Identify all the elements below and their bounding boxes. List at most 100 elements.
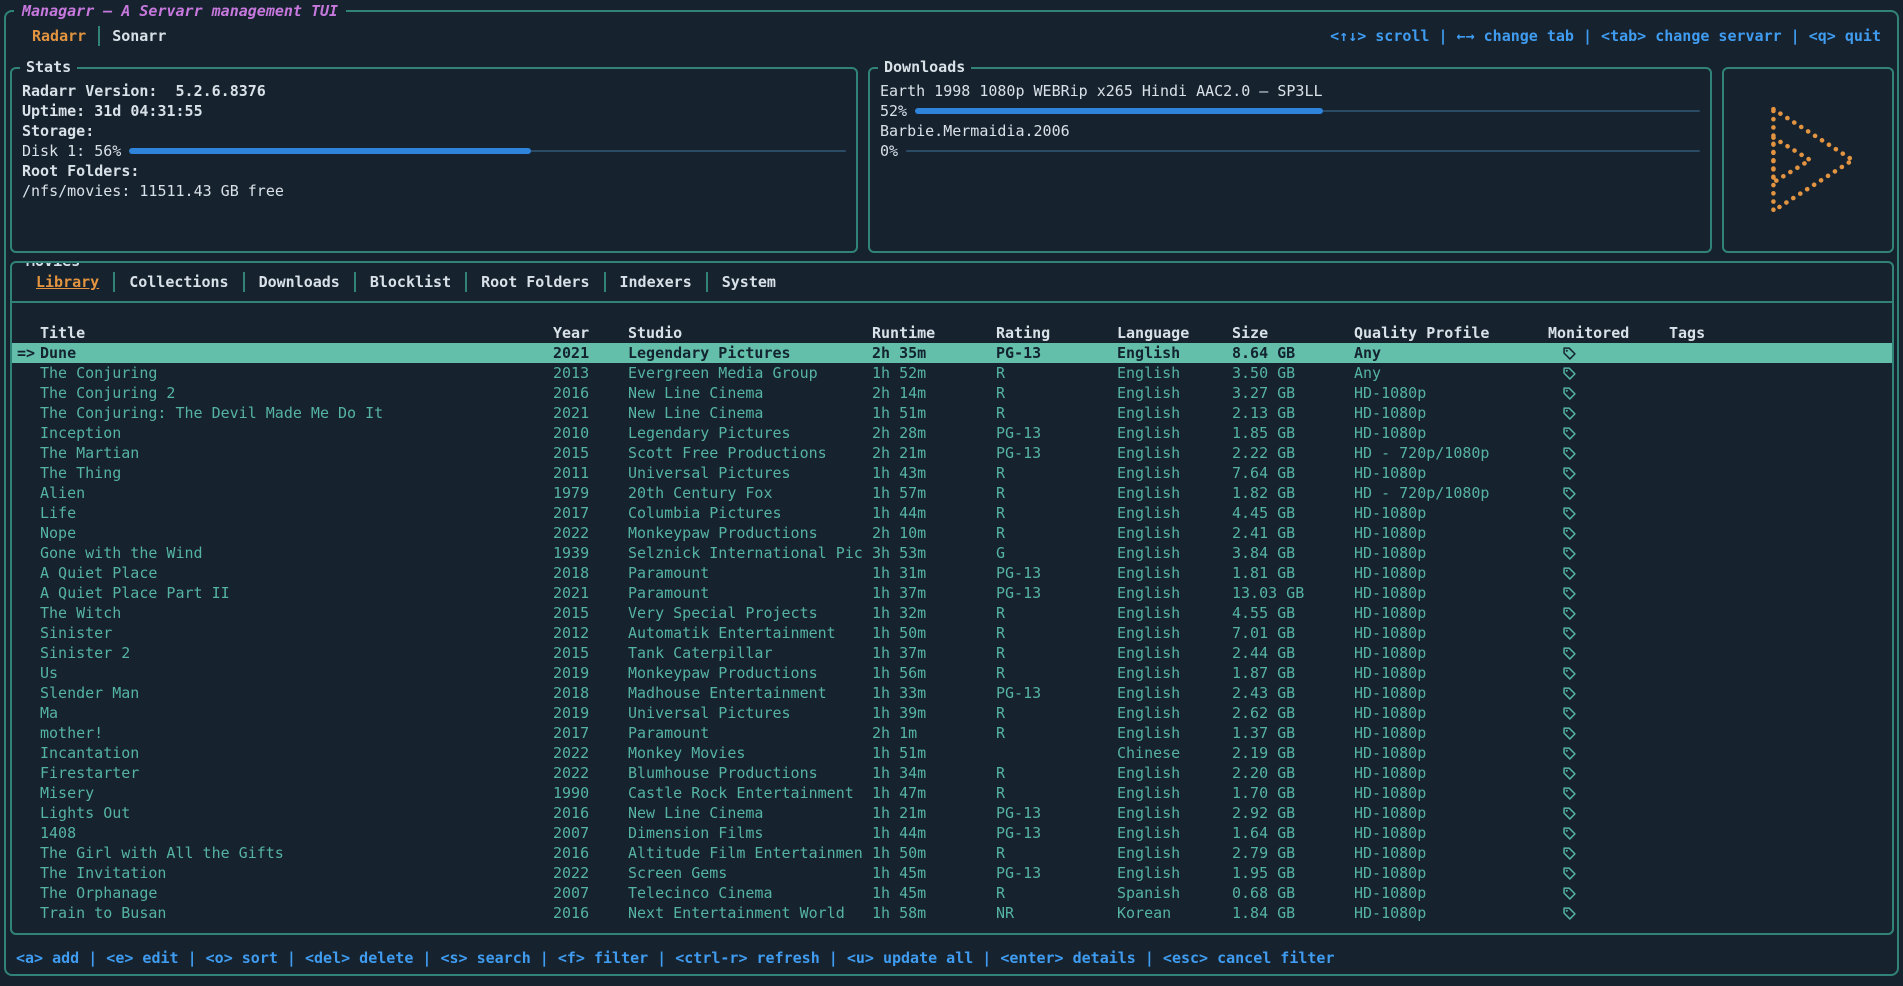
col-runtime[interactable]: Runtime [872,323,996,343]
table-row[interactable]: The Girl with All the Gifts 2016 Altitud… [12,843,1892,863]
col-title[interactable]: Title [40,323,553,343]
cell-language: English [1117,483,1232,503]
cell-tags [1669,663,1892,683]
table-row[interactable]: Sinister 2 2015 Tank Caterpillar 1h 37m … [12,643,1892,663]
cell-quality: HD-1080p [1354,823,1548,843]
col-size[interactable]: Size [1232,323,1354,343]
table-row[interactable]: Sinister 2012 Automatik Entertainment 1h… [12,623,1892,643]
selection-marker [12,803,40,823]
cell-monitored [1548,383,1669,403]
cell-quality: HD-1080p [1354,423,1548,443]
cell-runtime: 2h 1m [872,723,996,743]
cell-runtime: 1h 52m [872,363,996,383]
cell-monitored [1548,903,1669,923]
cell-quality: HD-1080p [1354,903,1548,923]
download-progress-row: 0% [880,141,1700,161]
servarr-tab[interactable]: Radarr [20,26,98,46]
cell-tags [1669,463,1892,483]
movies-tab[interactable]: Collections [113,272,242,292]
table-row[interactable]: Gone with the Wind 1939 Selznick Interna… [12,543,1892,563]
cell-studio: Madhouse Entertainment [628,683,872,703]
cell-language: Spanish [1117,883,1232,903]
table-row[interactable]: The Conjuring 2 2016 New Line Cinema 2h … [12,383,1892,403]
movies-tab[interactable]: Downloads [243,272,354,292]
cell-runtime: 2h 28m [872,423,996,443]
col-quality-profile[interactable]: Quality Profile [1354,323,1548,343]
cell-size: 1.70 GB [1232,783,1354,803]
table-row[interactable]: Ma 2019 Universal Pictures 1h 39m R Engl… [12,703,1892,723]
table-row[interactable]: The Conjuring: The Devil Made Me Do It 2… [12,403,1892,423]
table-row[interactable]: mother! 2017 Paramount 2h 1m R English 1… [12,723,1892,743]
movies-tab[interactable]: Root Folders [465,272,603,292]
table-row[interactable]: The Witch 2015 Very Special Projects 1h … [12,603,1892,623]
table-row[interactable]: The Thing 2011 Universal Pictures 1h 43m… [12,463,1892,483]
monitored-tag-icon [1562,366,1577,381]
selection-marker [12,523,40,543]
cell-rating: R [996,763,1117,783]
col-studio[interactable]: Studio [628,323,872,343]
cell-size: 4.55 GB [1232,603,1354,623]
table-row[interactable]: Misery 1990 Castle Rock Entertainment 1h… [12,783,1892,803]
movies-tab[interactable]: Indexers [604,272,706,292]
cell-runtime: 1h 51m [872,743,996,763]
cell-size: 1.85 GB [1232,423,1354,443]
cell-size: 1.37 GB [1232,723,1354,743]
cell-tags [1669,423,1892,443]
col-rating[interactable]: Rating [996,323,1117,343]
cell-language: English [1117,723,1232,743]
cell-monitored [1548,723,1669,743]
cell-size: 7.64 GB [1232,463,1354,483]
table-row[interactable]: Life 2017 Columbia Pictures 1h 44m R Eng… [12,503,1892,523]
table-row[interactable]: => Dune 2021 Legendary Pictures 2h 35m P… [12,343,1892,363]
movies-tab[interactable]: Library [22,272,113,292]
cell-tags [1669,543,1892,563]
table-row[interactable]: The Invitation 2022 Screen Gems 1h 45m P… [12,863,1892,883]
col-language[interactable]: Language [1117,323,1232,343]
selection-marker [12,383,40,403]
table-row[interactable]: Train to Busan 2016 Next Entertainment W… [12,903,1892,923]
cell-tags [1669,523,1892,543]
table-row[interactable]: Firestarter 2022 Blumhouse Productions 1… [12,763,1892,783]
table-row[interactable]: A Quiet Place Part II 2021 Paramount 1h … [12,583,1892,603]
radarr-version: Radarr Version: 5.2.6.8376 [22,81,846,101]
cell-quality: HD-1080p [1354,863,1548,883]
table-row[interactable]: Lights Out 2016 New Line Cinema 1h 21m P… [12,803,1892,823]
table-row[interactable]: Incantation 2022 Monkey Movies 1h 51m Ch… [12,743,1892,763]
table-row[interactable]: 1408 2007 Dimension Films 1h 44m PG-13 E… [12,823,1892,843]
cell-language: English [1117,463,1232,483]
cell-quality: HD-1080p [1354,723,1548,743]
cell-size: 1.64 GB [1232,823,1354,843]
cell-language: English [1117,843,1232,863]
selection-marker [12,623,40,643]
table-row[interactable]: Slender Man 2018 Madhouse Entertainment … [12,683,1892,703]
table-row[interactable]: The Martian 2015 Scott Free Productions … [12,443,1892,463]
cell-size: 7.01 GB [1232,623,1354,643]
cell-year: 2022 [553,763,628,783]
table-row[interactable]: Nope 2022 Monkeypaw Productions 2h 10m R… [12,523,1892,543]
table-row[interactable]: A Quiet Place 2018 Paramount 1h 31m PG-1… [12,563,1892,583]
cell-title: Dune [40,343,553,363]
table-row[interactable]: Us 2019 Monkeypaw Productions 1h 56m R E… [12,663,1892,683]
table-row[interactable]: Alien 1979 20th Century Fox 1h 57m R Eng… [12,483,1892,503]
col-tags[interactable]: Tags [1669,323,1892,343]
col-monitored[interactable]: Monitored [1548,323,1669,343]
download-progress-bar [906,141,1700,161]
cell-language: English [1117,763,1232,783]
cell-title: mother! [40,723,553,743]
monitored-tag-icon [1562,466,1577,481]
downloads-list: Earth 1998 1080p WEBRip x265 Hindi AAC2.… [880,81,1700,161]
cell-rating: R [996,883,1117,903]
cell-runtime: 2h 14m [872,383,996,403]
col-year[interactable]: Year [553,323,628,343]
table-row[interactable]: The Orphanage 2007 Telecinco Cinema 1h 4… [12,883,1892,903]
servarr-tab[interactable]: Sonarr [98,26,178,46]
monitored-tag-icon [1562,666,1577,681]
cell-year: 2013 [553,363,628,383]
cell-rating: PG-13 [996,863,1117,883]
table-row[interactable]: Inception 2010 Legendary Pictures 2h 28m… [12,423,1892,443]
table-row[interactable]: The Conjuring 2013 Evergreen Media Group… [12,363,1892,383]
movies-tab[interactable]: Blocklist [354,272,465,292]
monitored-tag-icon [1562,786,1577,801]
cell-quality: HD-1080p [1354,883,1548,903]
movies-tab[interactable]: System [706,272,790,292]
